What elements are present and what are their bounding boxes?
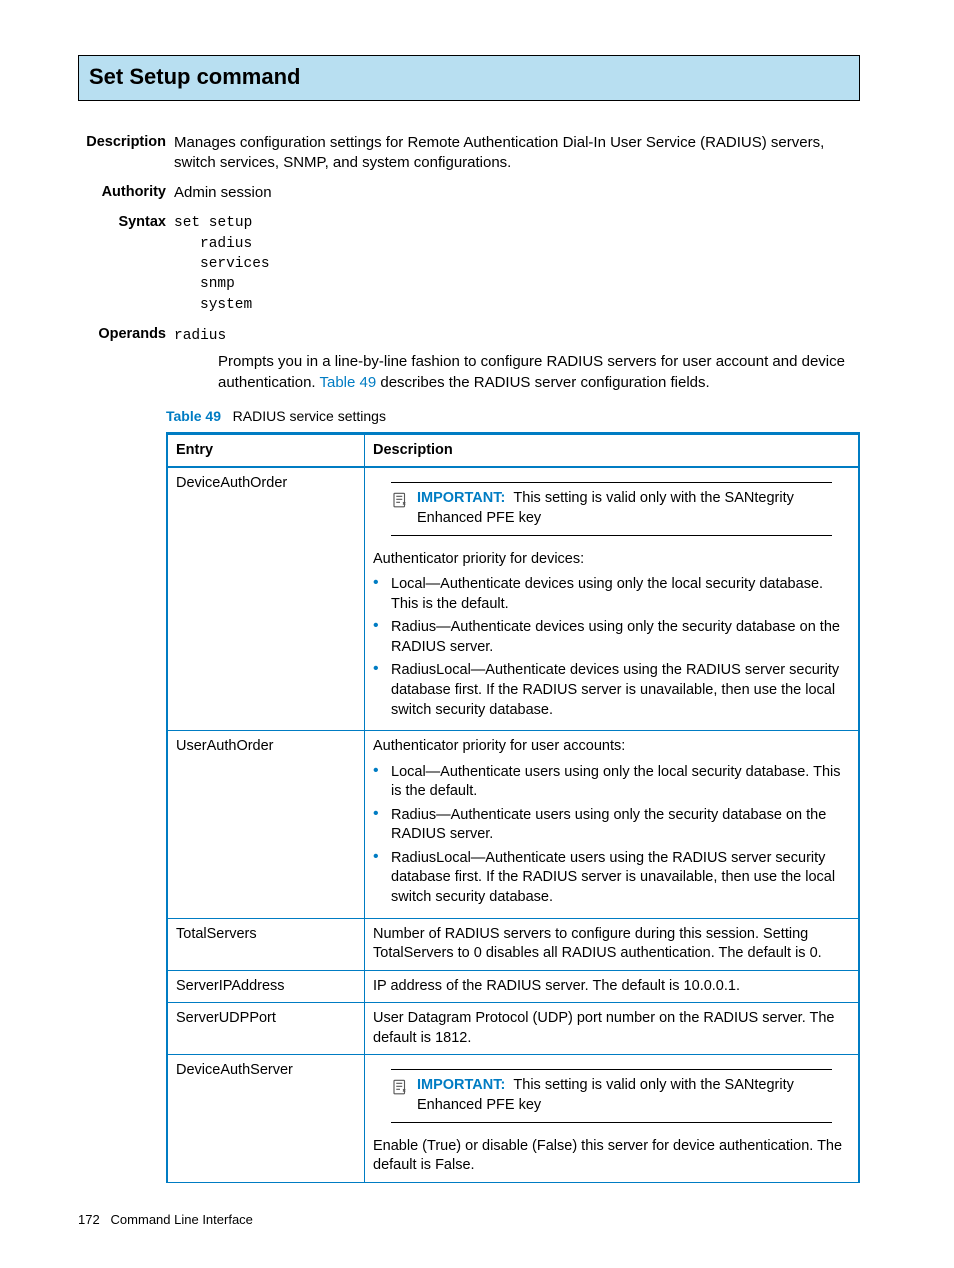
table-49-link[interactable]: Table 49 — [319, 374, 376, 391]
auth-priority-para: Authenticator priority for devices: — [373, 550, 850, 570]
desc-deviceauthorder: IMPORTANT: This setting is valid only wi… — [365, 467, 860, 730]
syntax-body: set setup radius services snmp system — [174, 213, 860, 314]
table-header-row: Entry Description — [167, 433, 859, 467]
table-caption-text: RADIUS service settings — [233, 408, 386, 424]
description-row: Description Manages configuration settin… — [78, 133, 860, 174]
table-row: ServerIPAddress IP address of the RADIUS… — [167, 970, 859, 1003]
list-item: RadiusLocal—Authenticate devices using t… — [373, 661, 850, 720]
section-heading: Set Setup command — [78, 55, 860, 101]
authority-row: Authority Admin session — [78, 183, 860, 203]
user-auth-para: Authenticator priority for user accounts… — [373, 737, 850, 757]
desc-serveripaddress: IP address of the RADIUS server. The def… — [365, 970, 860, 1003]
device-auth-list: Local—Authenticate devices using only th… — [373, 575, 850, 720]
list-item: RadiusLocal—Authenticate users using the… — [373, 849, 850, 908]
list-item: Local—Authenticate devices using only th… — [373, 575, 850, 614]
syntax-row: Syntax set setup radius services snmp sy… — [78, 213, 860, 314]
footer-title: Command Line Interface — [111, 1212, 253, 1227]
syntax-sub-snmp: snmp — [174, 274, 860, 294]
table-row: DeviceAuthServer IMPORTANT: This setting… — [167, 1055, 859, 1182]
operand-desc-part2: describes the RADIUS server configuratio… — [376, 374, 709, 391]
syntax-main: set setup — [174, 213, 860, 233]
list-item: Radius—Authenticate devices using only t… — [373, 618, 850, 657]
desc-serverudpport: User Datagram Protocol (UDP) port number… — [365, 1003, 860, 1055]
entry-userauthorder: UserAuthOrder — [167, 731, 365, 919]
syntax-sub-radius: radius — [174, 234, 860, 254]
th-entry: Entry — [167, 433, 365, 467]
radius-settings-table: Entry Description DeviceAuthOrder IMPORT… — [166, 432, 860, 1183]
important-label: IMPORTANT: — [417, 1077, 505, 1093]
authority-label: Authority — [78, 183, 174, 203]
page-footer: 172 Command Line Interface — [78, 1211, 860, 1229]
user-auth-list: Local—Authenticate users using only the … — [373, 763, 850, 908]
list-item: Local—Authenticate users using only the … — [373, 763, 850, 802]
syntax-label: Syntax — [78, 213, 174, 233]
entry-totalservers: TotalServers — [167, 918, 365, 970]
operand-term: radius — [174, 328, 226, 344]
operand-desc: Prompts you in a line-by-line fashion to… — [174, 352, 860, 393]
entry-deviceauthserver: DeviceAuthServer — [167, 1055, 365, 1182]
entry-deviceauthorder: DeviceAuthOrder — [167, 467, 365, 730]
desc-deviceauthserver: IMPORTANT: This setting is valid only wi… — [365, 1055, 860, 1182]
table-row: TotalServers Number of RADIUS servers to… — [167, 918, 859, 970]
syntax-sub-system: system — [174, 295, 860, 315]
description-text: Manages configuration settings for Remot… — [174, 133, 860, 174]
page-number: 172 — [78, 1212, 100, 1227]
th-description: Description — [365, 433, 860, 467]
important-label: IMPORTANT: — [417, 490, 505, 506]
description-label: Description — [78, 133, 174, 153]
note-icon — [391, 1076, 409, 1096]
table-row: UserAuthOrder Authenticator priority for… — [167, 731, 859, 919]
table-row: ServerUDPPort User Datagram Protocol (UD… — [167, 1003, 859, 1055]
syntax-sub-services: services — [174, 254, 860, 274]
entry-serverudpport: ServerUDPPort — [167, 1003, 365, 1055]
list-item: Radius—Authenticate users using only the… — [373, 806, 850, 845]
authority-text: Admin session — [174, 183, 860, 203]
important-note: IMPORTANT: This setting is valid only wi… — [391, 1069, 832, 1122]
note-icon — [391, 489, 409, 509]
operands-body: radius Prompts you in a line-by-line fas… — [174, 325, 860, 393]
operands-row: Operands radius Prompts you in a line-by… — [78, 325, 860, 393]
desc-userauthorder: Authenticator priority for user accounts… — [365, 731, 860, 919]
operands-label: Operands — [78, 325, 174, 345]
entry-serveripaddress: ServerIPAddress — [167, 970, 365, 1003]
table-row: DeviceAuthOrder IMPORTANT: This setting … — [167, 467, 859, 730]
deviceauthserver-text: Enable (True) or disable (False) this se… — [373, 1137, 850, 1176]
desc-totalservers: Number of RADIUS servers to configure du… — [365, 918, 860, 970]
table-caption-number: Table 49 — [166, 408, 221, 424]
table-caption: Table 49 RADIUS service settings — [166, 407, 860, 426]
important-note: IMPORTANT: This setting is valid only wi… — [391, 482, 832, 535]
